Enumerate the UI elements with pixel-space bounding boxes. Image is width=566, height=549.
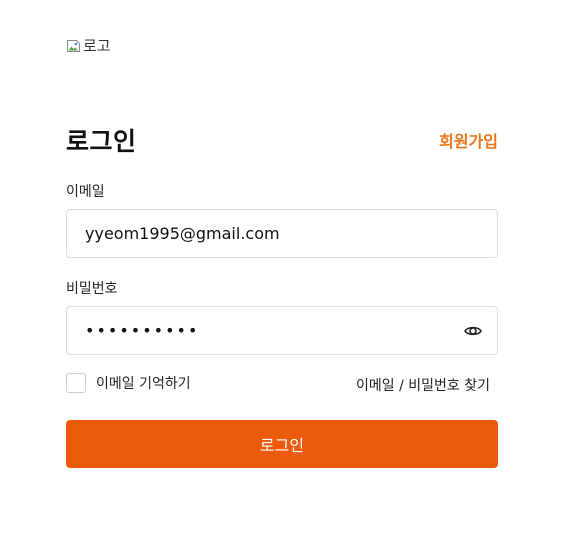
login-header: 로그인 회원가입 xyxy=(66,122,498,158)
password-input[interactable] xyxy=(85,307,455,354)
password-label: 비밀번호 xyxy=(66,281,118,297)
find-account-link[interactable]: 이메일 / 비밀번호 찾기 xyxy=(356,375,490,395)
remember-email-checkbox[interactable] xyxy=(66,373,86,393)
logo: 로고 xyxy=(66,36,111,56)
email-label: 이메일 xyxy=(66,184,105,200)
login-options: 이메일 기억하기 이메일 / 비밀번호 찾기 xyxy=(66,373,498,397)
page-title: 로그인 xyxy=(66,127,137,156)
remember-email-option[interactable]: 이메일 기억하기 xyxy=(66,373,191,393)
email-input[interactable] xyxy=(85,210,455,257)
eye-icon[interactable] xyxy=(463,321,483,341)
login-button[interactable]: 로그인 xyxy=(66,420,498,468)
password-field-box xyxy=(66,306,498,355)
remember-email-label: 이메일 기억하기 xyxy=(96,376,191,392)
email-field-box xyxy=(66,209,498,258)
broken-image-icon xyxy=(66,38,82,54)
logo-alt-text: 로고 xyxy=(83,37,111,55)
signup-link[interactable]: 회원가입 xyxy=(439,128,498,152)
